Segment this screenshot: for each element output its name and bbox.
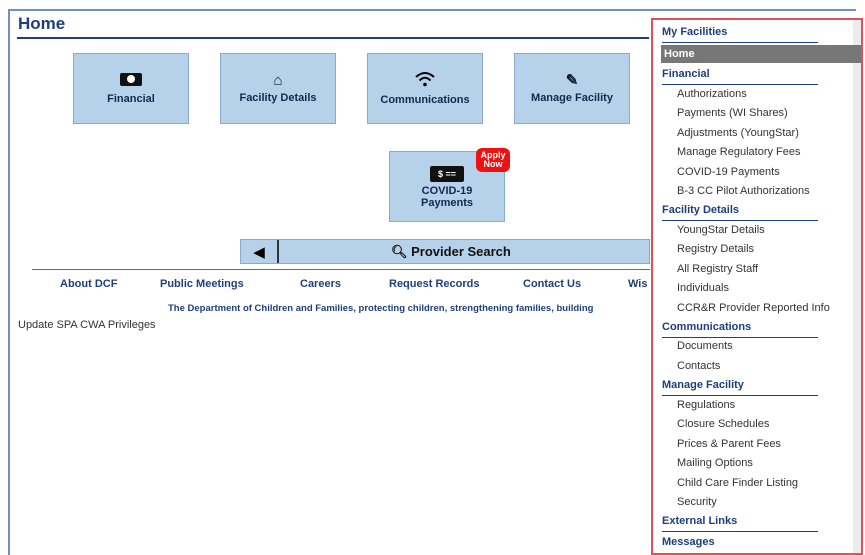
menu-heading-communications[interactable]: Communications [662,321,751,333]
menu-item-covid-19-payments[interactable]: COVID-19 Payments [677,166,780,178]
manage-facility-tile[interactable]: ✎ Manage Facility [514,53,630,124]
menu-scrollbar[interactable] [853,20,861,553]
provider-search-bar: ◀ 🔍︎ Provider Search [240,239,650,264]
menu-item-manage-regulatory-fees[interactable]: Manage Regulatory Fees [677,146,801,158]
apply-now-badge[interactable]: Apply Now [476,148,510,172]
menu-item-contacts[interactable]: Contacts [677,360,720,372]
navigation-menu: My Facilities Home Financial Authorizati… [651,18,863,555]
menu-item-security[interactable]: Security [677,496,717,508]
house-icon: ⌂ [273,72,283,89]
facility-details-tile-label: Facility Details [239,92,317,104]
menu-divider [662,84,818,85]
wifi-icon [414,71,436,91]
financial-tile[interactable]: Financial [73,53,189,124]
footer-link-contact-us[interactable]: Contact Us [523,278,581,290]
menu-divider [662,220,818,221]
triangle-left-icon: ◀ [253,243,265,261]
menu-heading-facility-details[interactable]: Facility Details [662,204,739,216]
menu-divider [662,395,818,396]
title-divider [17,37,649,39]
menu-divider [662,531,818,532]
menu-item-payments-wi-shares[interactable]: Payments (WI Shares) [677,107,788,119]
search-icon: 🔍︎ [391,244,408,259]
menu-item-registry-details[interactable]: Registry Details [677,243,754,255]
communications-tile-label: Communications [380,94,470,106]
covid-payments-tile[interactable]: $ == COVID-19 Payments Apply Now [389,148,510,222]
menu-divider [662,42,818,43]
footer-link-careers[interactable]: Careers [300,278,341,290]
covid-line1: COVID-19 [421,184,473,197]
footer-link-public-meetings[interactable]: Public Meetings [160,278,244,290]
provider-search-button[interactable]: 🔍︎ Provider Search [391,244,511,260]
menu-item-adjustments-youngstar[interactable]: Adjustments (YoungStar) [677,127,799,139]
menu-heading-messages[interactable]: Messages [662,536,715,548]
badge-line2: Now [483,159,503,169]
provider-search-label: Provider Search [411,244,511,259]
menu-item-child-care-finder-listing[interactable]: Child Care Finder Listing [677,477,798,489]
back-button[interactable]: ◀ [241,240,279,263]
menu-item-all-registry-staff[interactable]: All Registry Staff [677,263,758,275]
footer-tagline: The Department of Children and Families,… [168,303,594,314]
manage-facility-tile-label: Manage Facility [531,92,613,104]
menu-item-individuals[interactable]: Individuals [677,282,729,294]
menu-item-closure-schedules[interactable]: Closure Schedules [677,418,769,430]
menu-item-youngstar-details[interactable]: YoungStar Details [677,224,765,236]
menu-heading-financial[interactable]: Financial [662,68,710,80]
menu-item-authorizations[interactable]: Authorizations [677,88,747,100]
menu-item-ccrr-provider-reported-info[interactable]: CCR&R Provider Reported Info [677,302,830,314]
edit-icon: ✎ [565,72,579,89]
footer-link-request-records[interactable]: Request Records [389,278,479,290]
menu-item-documents[interactable]: Documents [677,340,733,352]
footer-divider [32,269,650,270]
covid-line2: Payments [421,196,473,209]
menu-divider [662,337,818,338]
money-icon [120,72,142,90]
menu-item-regulations[interactable]: Regulations [677,399,735,411]
update-spa-cwa-privileges-link[interactable]: Update SPA CWA Privileges [18,319,156,331]
menu-item-prices-parent-fees[interactable]: Prices & Parent Fees [677,438,781,450]
footer-link-wis[interactable]: Wis [628,278,647,290]
payment-card-icon: $ == [430,165,464,182]
menu-item-b3-cc-pilot-authorizations[interactable]: B-3 CC Pilot Authorizations [677,185,810,197]
menu-item-mailing-options[interactable]: Mailing Options [677,457,753,469]
page-title: Home [18,14,66,33]
footer-link-about-dcf[interactable]: About DCF [60,278,117,290]
facility-details-tile[interactable]: ⌂ Facility Details [220,53,336,124]
communications-tile[interactable]: Communications [367,53,483,124]
menu-heading-manage-facility[interactable]: Manage Facility [662,379,744,391]
menu-item-home[interactable]: Home [661,45,861,63]
menu-heading-external-links[interactable]: External Links [662,515,737,527]
financial-tile-label: Financial [107,92,155,105]
menu-heading-my-facilities[interactable]: My Facilities [662,26,727,38]
